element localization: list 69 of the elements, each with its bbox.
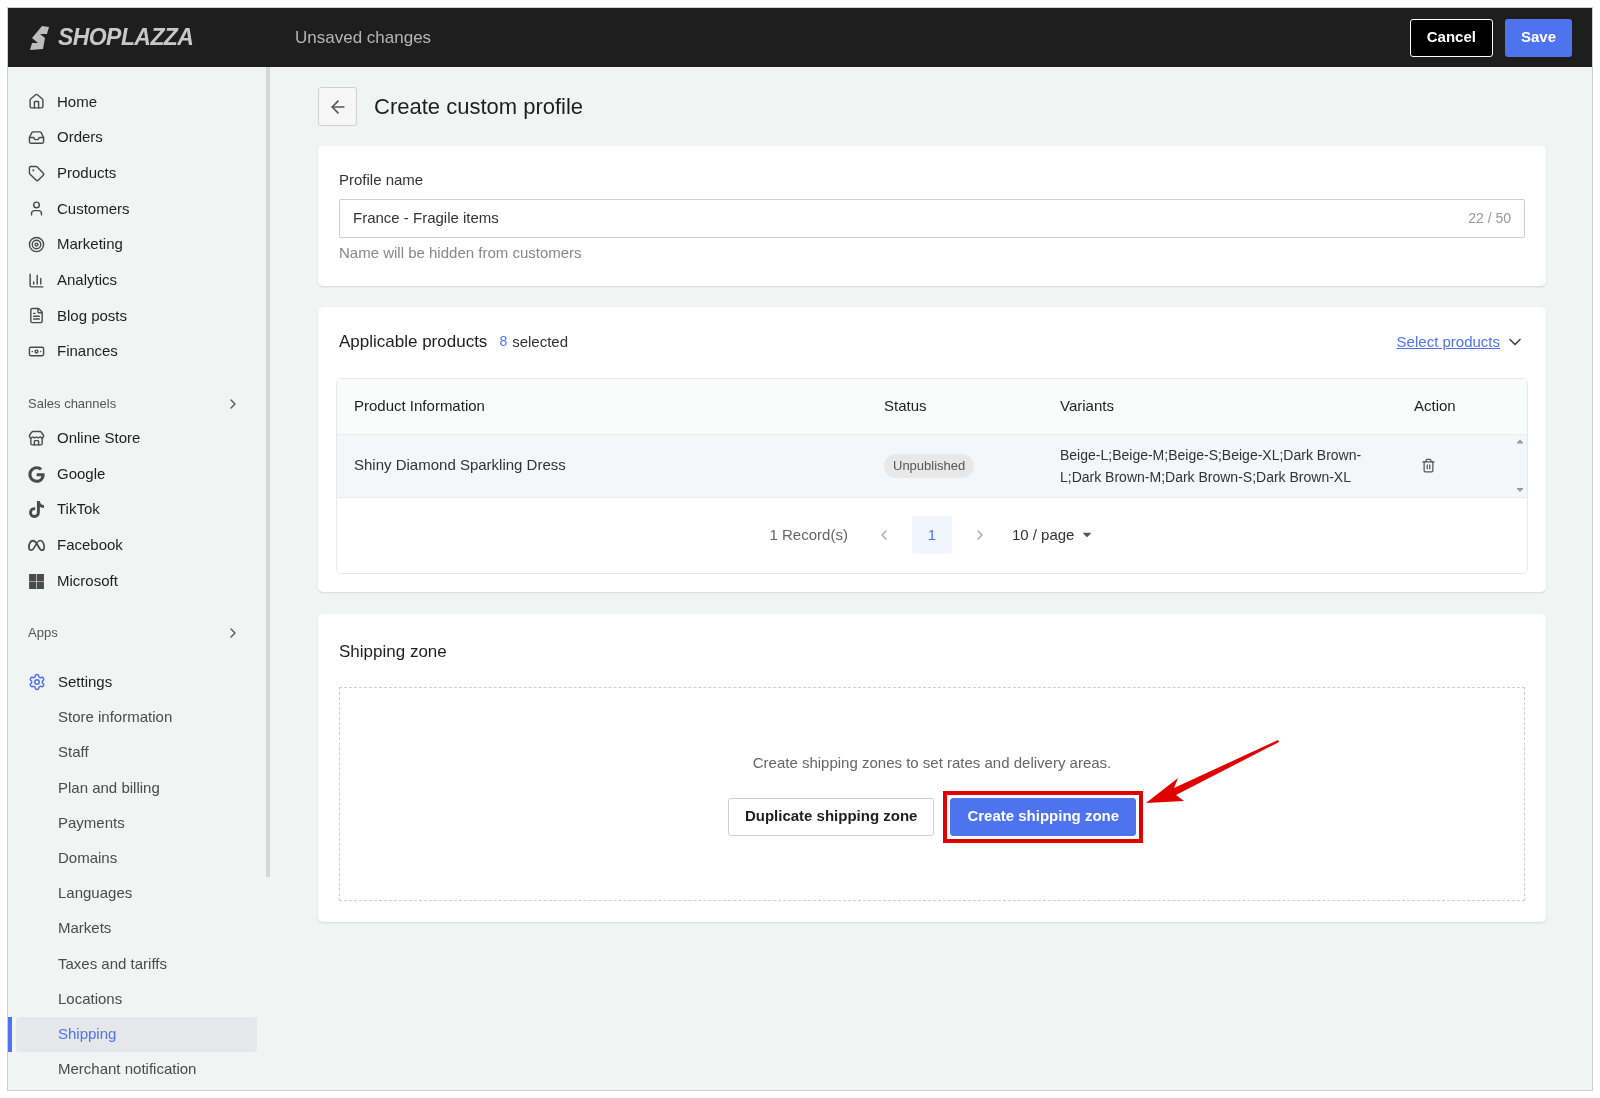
nav-link[interactable]: Home <box>57 90 97 114</box>
bar-chart-icon <box>28 271 45 289</box>
selected-count: 8 <box>499 332 508 352</box>
record-count: 1 Record(s) <box>769 524 848 545</box>
nav-link[interactable]: Marketing <box>57 233 123 256</box>
column-header: Action <box>1414 395 1457 416</box>
section-label: Sales channels <box>28 394 117 413</box>
empty-state-message: Create shipping zones to set rates and delivery areas. <box>752 753 1112 773</box>
nav-link[interactable]: Customers <box>57 197 130 221</box>
settings-nav-item[interactable]: Languages <box>16 875 257 912</box>
primary-button[interactable]: Create shipping zone <box>950 797 1137 836</box>
nav-link[interactable]: Analytics <box>57 269 118 292</box>
column-header: Product Information <box>354 395 486 416</box>
card-title: Shipping zone <box>339 640 448 663</box>
settings-nav-item[interactable]: Staff <box>16 735 257 771</box>
cancel-button[interactable]: Cancel <box>1409 18 1493 57</box>
table-cell-text: Shiny Diamond Sparkling Dress <box>354 455 567 476</box>
section-label: Apps <box>28 624 58 643</box>
page-size-select[interactable]: 10 / page <box>1011 523 1095 547</box>
nav-link[interactable]: Settings <box>58 671 113 694</box>
character-counter: 22 / 50 <box>1468 208 1511 228</box>
save-button[interactable]: Save <box>1504 18 1572 57</box>
unsaved-changes-title: Unsaved changes <box>295 26 432 49</box>
logo-icon <box>28 24 50 51</box>
profile-name-field[interactable]: France - Fragile items 22 / 50 <box>339 198 1525 238</box>
status-badge: Unpublished <box>884 454 975 478</box>
nav-link[interactable]: Facebook <box>57 534 123 557</box>
nav-link[interactable]: Orders <box>57 126 103 149</box>
nav-link[interactable]: Blog posts <box>57 304 128 328</box>
logo-wordmark: SHOPLAZZA <box>58 23 194 53</box>
trash-icon[interactable] <box>1421 458 1436 473</box>
settings-nav-item[interactable]: Merchant notification <box>16 1051 257 1087</box>
nav-link[interactable]: Products <box>57 161 117 185</box>
settings-nav-item[interactable]: Plan and billing <box>16 770 257 806</box>
table-cell-text: Beige-L;Beige-M;Beige-S;Beige-XL;Dark Brown-L;Dark Brown-M;Dark Brown-S;Dark Brown-XL <box>1060 445 1363 487</box>
nav-link[interactable]: Google <box>57 462 106 486</box>
column-header: Variants <box>1060 395 1115 416</box>
tag-icon <box>28 164 45 182</box>
secondary-button[interactable]: Duplicate shipping zone <box>727 797 935 836</box>
nav-link[interactable]: Online Store <box>57 427 141 450</box>
page-title: Create custom profile <box>374 93 584 121</box>
home-icon <box>28 93 45 111</box>
settings-nav-item[interactable]: Taxes and tariffs <box>16 946 257 982</box>
nav-link[interactable]: Finances <box>57 340 118 363</box>
back-button[interactable] <box>318 87 357 126</box>
store-icon <box>28 429 45 447</box>
nav-link[interactable]: Microsoft <box>57 569 118 593</box>
inbox-icon <box>28 129 45 147</box>
settings-nav-item[interactable]: Domains <box>16 840 257 876</box>
selected-label: selected <box>512 331 569 352</box>
target-icon <box>28 236 45 254</box>
settings-nav-item[interactable]: Payments <box>16 805 257 841</box>
field-label: Profile name <box>339 170 425 190</box>
windows-grid-icon <box>28 572 45 590</box>
document-icon <box>28 307 45 325</box>
user-icon <box>28 200 45 218</box>
settings-nav-item[interactable]: Markets <box>16 911 257 947</box>
column-header: Status <box>884 395 928 416</box>
help-text: Name will be hidden from customers <box>339 242 583 263</box>
profile-name-input[interactable]: France - Fragile items <box>353 206 1469 230</box>
google-icon <box>28 465 45 483</box>
nav-link[interactable]: TikTok <box>57 498 100 521</box>
page-button[interactable]: 1 <box>911 516 952 554</box>
select-products-link[interactable]: Select products <box>1396 330 1500 353</box>
settings-nav-item[interactable]: Store information <box>16 699 257 736</box>
card-title: Applicable products <box>339 331 488 353</box>
tiktok-icon <box>28 501 45 519</box>
settings-nav-item[interactable]: Locations <box>16 981 257 1017</box>
settings-icon <box>28 673 46 692</box>
